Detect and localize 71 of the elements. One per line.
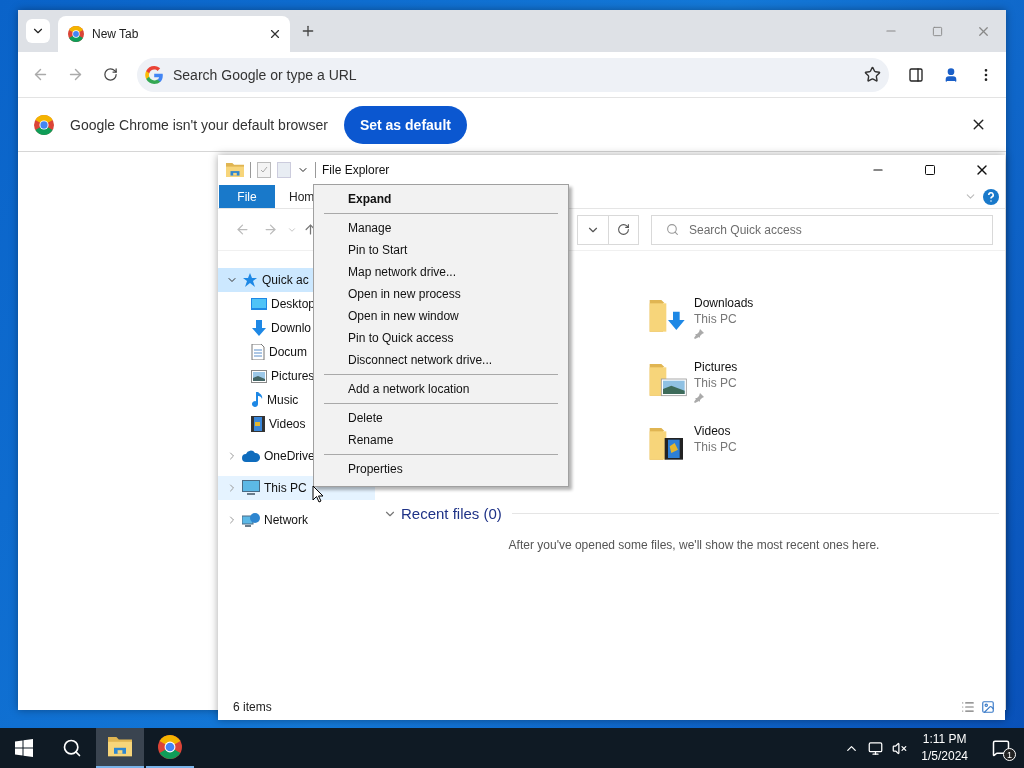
reload-icon[interactable] — [102, 67, 118, 82]
tab-title: New Tab — [92, 27, 139, 41]
checkmark-icon[interactable] — [257, 162, 271, 178]
network-icon — [242, 512, 260, 528]
tiles-view-icon[interactable] — [981, 700, 995, 714]
picture-icon — [251, 369, 267, 383]
chrome-icon — [34, 114, 54, 135]
film-icon — [251, 416, 265, 432]
empty-message: After you've opened some files, we'll show the most recent ones here. — [507, 538, 881, 552]
menu-item[interactable]: Open in new window — [324, 305, 558, 327]
menu-item[interactable]: Delete — [324, 407, 558, 429]
star-icon — [242, 272, 258, 288]
folder-tile[interactable]: Downloads This PC — [648, 295, 1005, 347]
window-title: File Explorer — [322, 163, 390, 177]
folder-icon — [108, 737, 132, 757]
windows-logo-icon[interactable] — [15, 739, 33, 757]
chrome-icon — [158, 735, 182, 759]
folder-location: This PC — [694, 439, 737, 455]
address-bar[interactable]: Search Google or type a URL — [137, 57, 889, 92]
notifications-icon[interactable] — [992, 739, 1010, 757]
star-icon[interactable] — [864, 66, 881, 83]
menu-item[interactable]: Pin to Start — [324, 239, 558, 261]
section-title: Recent files (0) — [401, 505, 502, 522]
refresh-icon[interactable] — [617, 223, 630, 236]
address-placeholder: Search Google or type a URL — [173, 66, 357, 83]
menu-item[interactable]: Add a network location — [324, 378, 558, 400]
folder-tile[interactable]: Videos This PC — [648, 423, 1005, 475]
tab-search-button[interactable] — [26, 19, 50, 43]
status-text: 6 items — [233, 700, 272, 714]
folder-tile[interactable]: Pictures This PC — [648, 359, 1005, 411]
profile-icon[interactable] — [943, 66, 959, 83]
menu-item[interactable]: Expand — [324, 188, 558, 210]
folder-location: This PC — [694, 311, 738, 327]
notification-badge: 1 — [1003, 748, 1016, 761]
maximize-icon[interactable] — [924, 164, 936, 176]
document-icon — [251, 344, 265, 360]
folder-location: This PC — [694, 375, 738, 391]
network-icon[interactable] — [867, 740, 883, 756]
set-default-button[interactable]: Set as default — [343, 105, 467, 144]
folder-name: Downloads — [694, 295, 754, 311]
folder-name: Videos — [694, 423, 732, 439]
download-arrow-icon — [251, 320, 267, 336]
search-field[interactable]: Search Quick access — [651, 214, 993, 245]
browser-tab[interactable]: New Tab — [58, 16, 290, 52]
folder-icon — [226, 162, 244, 178]
infobar-message: Google Chrome isn't your default browser — [70, 116, 328, 133]
menu-item[interactable]: Manage — [324, 217, 558, 239]
menu-item[interactable]: Pin to Quick access — [324, 327, 558, 349]
help-icon[interactable] — [983, 189, 999, 205]
google-icon — [145, 65, 163, 84]
music-note-icon — [251, 392, 263, 408]
volume-muted-icon[interactable] — [891, 740, 907, 756]
nav-item[interactable]: Network — [218, 508, 375, 532]
cloud-icon — [242, 450, 260, 462]
chrome-icon — [68, 26, 84, 42]
search-icon — [666, 223, 679, 236]
side-panel-icon[interactable] — [908, 66, 924, 83]
file-tab[interactable]: File — [219, 185, 275, 208]
details-view-icon[interactable] — [961, 700, 975, 714]
folder-name: Pictures — [694, 359, 738, 375]
desktop-icon — [251, 298, 267, 310]
address-bar[interactable] — [577, 214, 639, 245]
computer-icon — [242, 480, 260, 496]
plus-icon[interactable] — [300, 23, 316, 39]
explorer-taskbar-button[interactable] — [96, 728, 144, 768]
search-icon[interactable] — [62, 738, 82, 758]
menu-item[interactable]: Disconnect network drive... — [324, 349, 558, 371]
mouse-cursor-icon — [312, 485, 324, 503]
close-icon[interactable] — [268, 27, 282, 41]
clock[interactable]: 1:11 PM 1/5/2024 — [911, 731, 978, 765]
menu-item[interactable]: Rename — [324, 429, 558, 451]
